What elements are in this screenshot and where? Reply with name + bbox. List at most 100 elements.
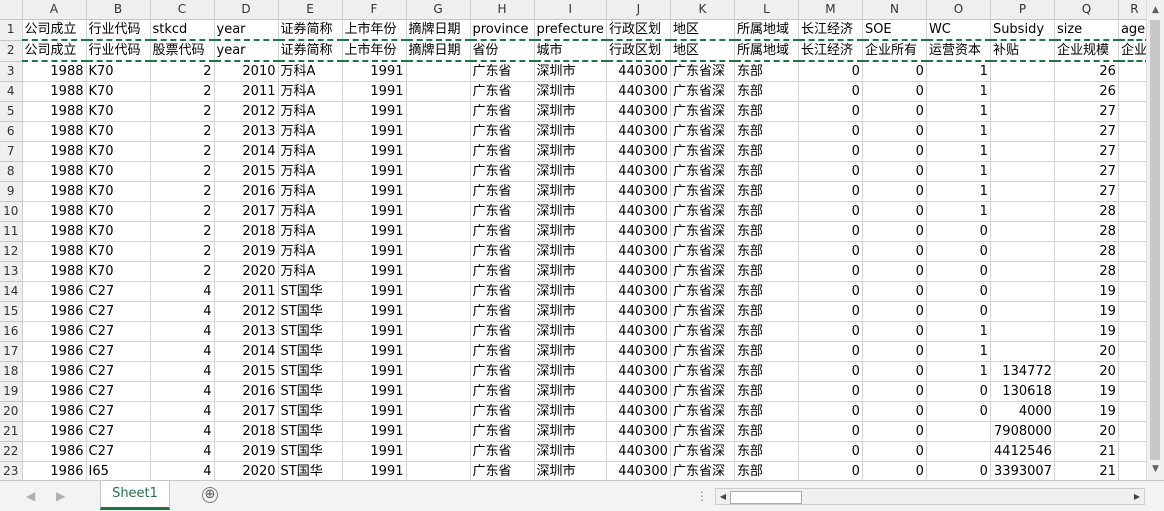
cell[interactable]: Subsidy	[990, 19, 1055, 41]
cell[interactable]: 东部	[734, 241, 799, 262]
cell[interactable]	[406, 421, 471, 442]
cell[interactable]: 1	[926, 181, 991, 202]
cell[interactable]: 运营资本	[926, 39, 991, 62]
cell[interactable]: 4	[150, 381, 215, 402]
cell[interactable]: 万科A	[278, 181, 343, 202]
cell[interactable]: 0	[798, 221, 863, 242]
cell[interactable]: 2	[150, 201, 215, 222]
cell[interactable]: 440300	[606, 101, 671, 122]
row-header[interactable]: 23	[0, 461, 23, 480]
cell[interactable]: 1991	[342, 381, 407, 402]
cell[interactable]: 企业所有	[862, 39, 927, 62]
cell[interactable]: 0	[862, 201, 927, 222]
cell[interactable]: 0	[926, 261, 991, 282]
cell[interactable]: 1986	[22, 421, 87, 442]
cell[interactable]: 广东省	[470, 321, 535, 342]
cell[interactable]: 2	[150, 161, 215, 182]
cell[interactable]: 补贴	[990, 39, 1055, 62]
cell[interactable]: 东部	[734, 461, 799, 480]
cell[interactable]: 1986	[22, 281, 87, 302]
cell[interactable]: 城市	[534, 39, 607, 62]
cell[interactable]: C27	[86, 301, 151, 322]
cell[interactable]: 134772	[990, 361, 1055, 382]
cell[interactable]: 东部	[734, 341, 799, 362]
cell[interactable]: 0	[926, 281, 991, 302]
scroll-left-arrow-icon[interactable]: ◀	[716, 489, 730, 504]
cell[interactable]: 0	[862, 81, 927, 102]
row-header[interactable]: 14	[0, 281, 23, 302]
cell[interactable]: C27	[86, 321, 151, 342]
cell[interactable]: 广东省深	[670, 281, 735, 302]
cell[interactable]: 0	[862, 241, 927, 262]
cell[interactable]: 440300	[606, 281, 671, 302]
cell[interactable]: 1988	[22, 181, 87, 202]
cell[interactable]: 长江经济	[798, 19, 863, 41]
cell[interactable]: 地区	[670, 39, 735, 62]
cell[interactable]: 证券简称	[278, 19, 343, 41]
cell[interactable]: 1	[926, 341, 991, 362]
column-header-m[interactable]: M	[798, 0, 863, 20]
column-header-f[interactable]: F	[342, 0, 407, 20]
cell[interactable]: 4	[150, 301, 215, 322]
cell[interactable]: 1	[926, 321, 991, 342]
cell[interactable]	[406, 81, 471, 102]
cell[interactable]: 4000	[990, 401, 1055, 422]
cell[interactable]: 28	[1054, 261, 1119, 282]
cell[interactable]: 广东省深	[670, 221, 735, 242]
cell[interactable]: 1991	[342, 241, 407, 262]
cell[interactable]: 东部	[734, 421, 799, 442]
cell[interactable]: 东部	[734, 281, 799, 302]
row-header[interactable]: 10	[0, 201, 23, 222]
cell[interactable]: 27	[1054, 161, 1119, 182]
cell[interactable]: 2	[150, 61, 215, 82]
cell[interactable]: 0	[926, 401, 991, 422]
cell[interactable]: 东部	[734, 361, 799, 382]
cell[interactable]	[990, 261, 1055, 282]
cell[interactable]: 2014	[214, 141, 279, 162]
cell[interactable]	[990, 321, 1055, 342]
cell[interactable]: 深圳市	[534, 401, 607, 422]
cell[interactable]: 2018	[214, 221, 279, 242]
cell[interactable]: 2	[150, 81, 215, 102]
prev-sheet-arrow-icon[interactable]: ◀	[26, 489, 35, 503]
row-header[interactable]: 20	[0, 401, 23, 422]
cell[interactable]: 440300	[606, 421, 671, 442]
cell[interactable]: 4412546	[990, 441, 1055, 462]
cell[interactable]: stkcd	[150, 19, 215, 41]
cell[interactable]: 所属地域	[734, 39, 799, 62]
row-header[interactable]: 9	[0, 181, 23, 202]
column-header-g[interactable]: G	[406, 0, 471, 20]
cell[interactable]: 广东省深	[670, 101, 735, 122]
cell[interactable]: 1991	[342, 441, 407, 462]
cell[interactable]	[406, 441, 471, 462]
cell[interactable]: 万科A	[278, 161, 343, 182]
cell[interactable]: 广东省深	[670, 201, 735, 222]
cell[interactable]: 440300	[606, 81, 671, 102]
cell[interactable]: 深圳市	[534, 221, 607, 242]
cell[interactable]: year	[214, 39, 279, 62]
cell[interactable]: 广东省深	[670, 321, 735, 342]
cell[interactable]: C27	[86, 421, 151, 442]
cell[interactable]: 0	[798, 301, 863, 322]
cell[interactable]: 0	[798, 101, 863, 122]
cell[interactable]: 1991	[342, 261, 407, 282]
add-sheet-icon[interactable]: ⊕	[202, 487, 218, 503]
cell[interactable]: 1988	[22, 81, 87, 102]
cell[interactable]	[990, 61, 1055, 82]
cell[interactable]: 0	[926, 381, 991, 402]
cell[interactable]: 440300	[606, 361, 671, 382]
cell[interactable]: 1986	[22, 381, 87, 402]
cell[interactable]: province	[470, 19, 535, 41]
cell[interactable]: 1988	[22, 141, 87, 162]
cell[interactable]	[926, 441, 991, 462]
cell[interactable]: 深圳市	[534, 261, 607, 282]
row-header[interactable]: 2	[0, 40, 23, 62]
cell[interactable]: ST国华	[278, 441, 343, 462]
cell[interactable]: 广东省深	[670, 401, 735, 422]
cell[interactable]: C27	[86, 381, 151, 402]
cell[interactable]: 2012	[214, 101, 279, 122]
cell[interactable]: 万科A	[278, 101, 343, 122]
column-header-h[interactable]: H	[470, 0, 535, 20]
cell[interactable]: 深圳市	[534, 201, 607, 222]
cell[interactable]: ST国华	[278, 401, 343, 422]
